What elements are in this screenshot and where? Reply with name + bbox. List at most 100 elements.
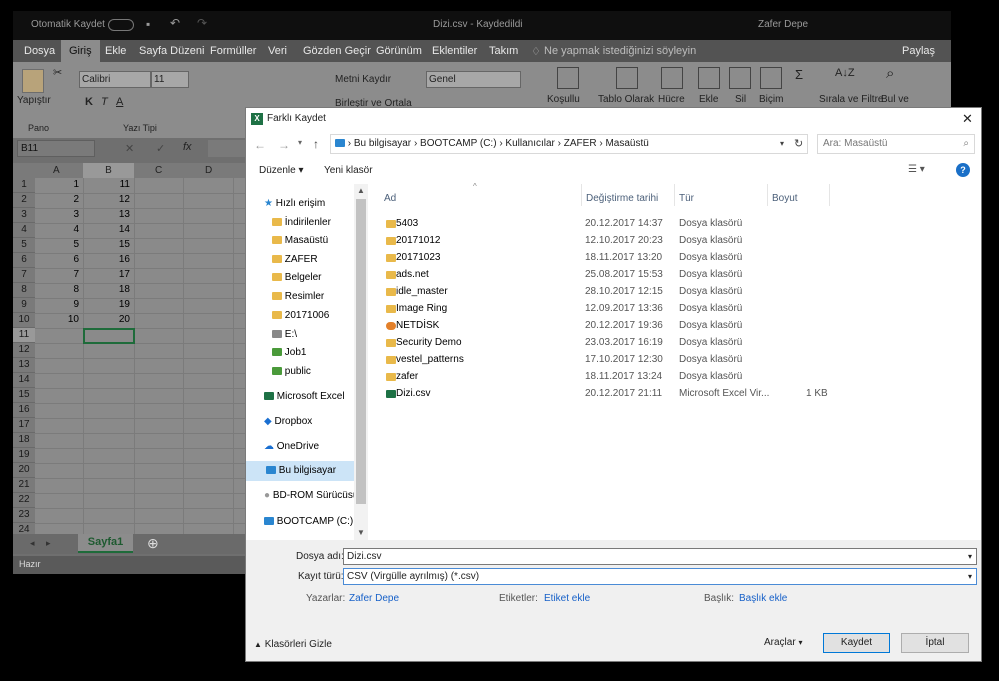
- view-options-icon[interactable]: ☰ ▾: [908, 164, 925, 175]
- col-header-date[interactable]: Değiştirme tarihi: [586, 193, 658, 204]
- cell-a[interactable]: 8: [35, 283, 83, 298]
- new-folder-button[interactable]: Yeni klasör: [324, 165, 373, 176]
- cell-b[interactable]: 20: [83, 313, 134, 328]
- breadcrumb-users[interactable]: Kullanıcılar: [505, 138, 554, 149]
- tab-gorunum[interactable]: Görünüm: [376, 45, 422, 57]
- file-row[interactable]: Security Demo 23.03.2017 16:19 Dosya klasö…: [382, 335, 982, 351]
- col-header-size[interactable]: Boyut: [772, 193, 798, 204]
- up-icon[interactable]: ↑: [313, 137, 319, 151]
- scroll-up-icon[interactable]: ▲: [357, 186, 365, 195]
- row-header[interactable]: 23: [13, 508, 35, 523]
- hide-folders-button[interactable]: ▲ Klasörleri Gizle: [254, 639, 332, 650]
- nav-bd-rom[interactable]: ● BD-ROM Sürücüsü: [264, 488, 354, 504]
- tab-giris[interactable]: Giriş: [61, 40, 100, 62]
- nav-desktop[interactable]: Masaüstü: [272, 233, 328, 249]
- tell-me-input[interactable]: Ne yapmak istediğinizi söyleyin: [544, 45, 696, 57]
- autosave-toggle[interactable]: [108, 19, 134, 31]
- organize-button[interactable]: Düzenle ▾: [259, 165, 304, 176]
- filetype-select[interactable]: CSV (Virgülle ayrılmış) (*.csv) ▾: [343, 568, 977, 585]
- enter-icon[interactable]: ✓: [156, 142, 165, 155]
- add-tag-link[interactable]: Etiket ekle: [544, 593, 590, 604]
- name-box[interactable]: B11: [17, 140, 95, 157]
- row-header[interactable]: 2: [13, 193, 35, 208]
- number-format-select[interactable]: Genel: [426, 71, 521, 88]
- file-row[interactable]: ads.net 25.08.2017 15:53 Dosya klasörü: [382, 267, 982, 283]
- cell-a[interactable]: 3: [35, 208, 83, 223]
- row-header[interactable]: 16: [13, 403, 35, 418]
- format-table-label[interactable]: Tablo Olarak: [598, 94, 654, 105]
- add-sheet-icon[interactable]: ⊕: [147, 535, 159, 552]
- cancel-icon[interactable]: ✕: [125, 142, 134, 155]
- row-header[interactable]: 20: [13, 463, 35, 478]
- conditional-format-icon[interactable]: [557, 67, 579, 89]
- insert-cells-icon[interactable]: [698, 67, 720, 89]
- history-chevron-icon[interactable]: ▾: [298, 138, 302, 147]
- nav-zafer[interactable]: ZAFER: [272, 252, 318, 268]
- breadcrumb-bootcamp[interactable]: BOOTCAMP (C:): [420, 138, 496, 149]
- row-header[interactable]: 15: [13, 388, 35, 403]
- tools-button[interactable]: Araçlar ▾: [764, 637, 802, 648]
- cell-b[interactable]: 17: [83, 268, 134, 283]
- breadcrumb-zafer[interactable]: ZAFER: [564, 138, 597, 149]
- row-header[interactable]: 19: [13, 448, 35, 463]
- tab-sayfa-duzeni[interactable]: Sayfa Düzeni: [139, 45, 204, 57]
- active-cell-b11[interactable]: [83, 328, 135, 344]
- scroll-down-icon[interactable]: ▼: [357, 528, 365, 537]
- row-header[interactable]: 22: [13, 493, 35, 508]
- conditional-format-label[interactable]: Koşullu: [547, 94, 580, 105]
- tab-dosya[interactable]: Dosya: [24, 45, 55, 57]
- bold-icon[interactable]: K: [85, 96, 93, 108]
- nav-20171006[interactable]: 20171006: [272, 308, 329, 324]
- find-select-label[interactable]: Bul ve: [881, 94, 909, 105]
- file-row[interactable]: 5403 20.12.2017 14:37 Dosya klasörü: [382, 216, 982, 232]
- save-icon[interactable]: ▪: [146, 17, 150, 31]
- file-row[interactable]: NETDİSK 20.12.2017 19:36 Dosya klasörü: [382, 318, 982, 334]
- file-row[interactable]: Image Ring 12.09.2017 13:36 Dosya klasörü: [382, 301, 982, 317]
- sort-filter-label[interactable]: Sırala ve Filtre: [819, 94, 883, 105]
- cancel-button[interactable]: İptal: [901, 633, 969, 653]
- file-row[interactable]: zafer 18.11.2017 13:24 Dosya klasörü: [382, 369, 982, 385]
- nav-dropbox[interactable]: ◆ Dropbox: [264, 414, 312, 430]
- row-header[interactable]: 3: [13, 208, 35, 223]
- row-header[interactable]: 17: [13, 418, 35, 433]
- nav-quick-access[interactable]: ★ Hızlı erişim: [264, 196, 325, 212]
- row-header[interactable]: 1: [13, 178, 35, 193]
- col-header-a[interactable]: A: [53, 165, 60, 176]
- chevron-down-icon[interactable]: ▾: [968, 549, 972, 564]
- address-bar[interactable]: › Bu bilgisayar › BOOTCAMP (C:) › Kullan…: [330, 134, 808, 154]
- row-header[interactable]: 9: [13, 298, 35, 313]
- nav-downloads[interactable]: İndirilenler: [272, 215, 331, 231]
- breadcrumb-this-pc[interactable]: Bu bilgisayar: [354, 138, 411, 149]
- search-input[interactable]: Ara: Masaüstü ⌕: [817, 134, 975, 154]
- help-icon[interactable]: ?: [956, 163, 970, 177]
- file-row[interactable]: vestel_patterns 17.10.2017 12:30 Dosya kla…: [382, 352, 982, 368]
- tab-gozden-gecir[interactable]: Gözden Geçir: [303, 45, 371, 57]
- cell-a[interactable]: 7: [35, 268, 83, 283]
- close-icon[interactable]: ✕: [962, 111, 973, 127]
- chevron-down-icon[interactable]: ▾: [968, 569, 972, 584]
- nav-this-pc[interactable]: Bu bilgisayar: [246, 461, 354, 481]
- wrap-text-button[interactable]: Metni Kaydır: [335, 74, 391, 85]
- cell-a[interactable]: 5: [35, 238, 83, 253]
- authors-link[interactable]: Zafer Depe: [349, 593, 399, 604]
- worksheet-grid[interactable]: A B C D 1 2 3 4 5 6 7 8 9 10 11 12 13 14 15 16 17 18 19 20 2…: [13, 163, 249, 539]
- italic-icon[interactable]: T: [101, 96, 108, 108]
- nav-job1[interactable]: Job1: [272, 345, 306, 361]
- tab-eklentiler[interactable]: Eklentiler: [432, 45, 477, 57]
- row-header[interactable]: 13: [13, 358, 35, 373]
- undo-icon[interactable]: ↶: [170, 16, 180, 30]
- col-header-d[interactable]: D: [205, 165, 212, 176]
- col-header-name[interactable]: Ad: [384, 193, 396, 204]
- cell-a[interactable]: 1: [35, 178, 83, 193]
- row-header[interactable]: 14: [13, 373, 35, 388]
- delete-cells-icon[interactable]: [729, 67, 751, 89]
- cell-a[interactable]: 10: [35, 313, 83, 328]
- insert-cells-label[interactable]: Ekle: [699, 94, 718, 105]
- find-icon[interactable]: ⌕: [886, 65, 894, 82]
- row-header[interactable]: 10: [13, 313, 35, 328]
- cell-styles-icon[interactable]: [661, 67, 683, 89]
- cell-b[interactable]: 13: [83, 208, 134, 223]
- add-title-link[interactable]: Başlık ekle: [739, 593, 787, 604]
- refresh-icon[interactable]: ↻: [794, 137, 803, 150]
- tab-takim[interactable]: Takım: [489, 45, 518, 57]
